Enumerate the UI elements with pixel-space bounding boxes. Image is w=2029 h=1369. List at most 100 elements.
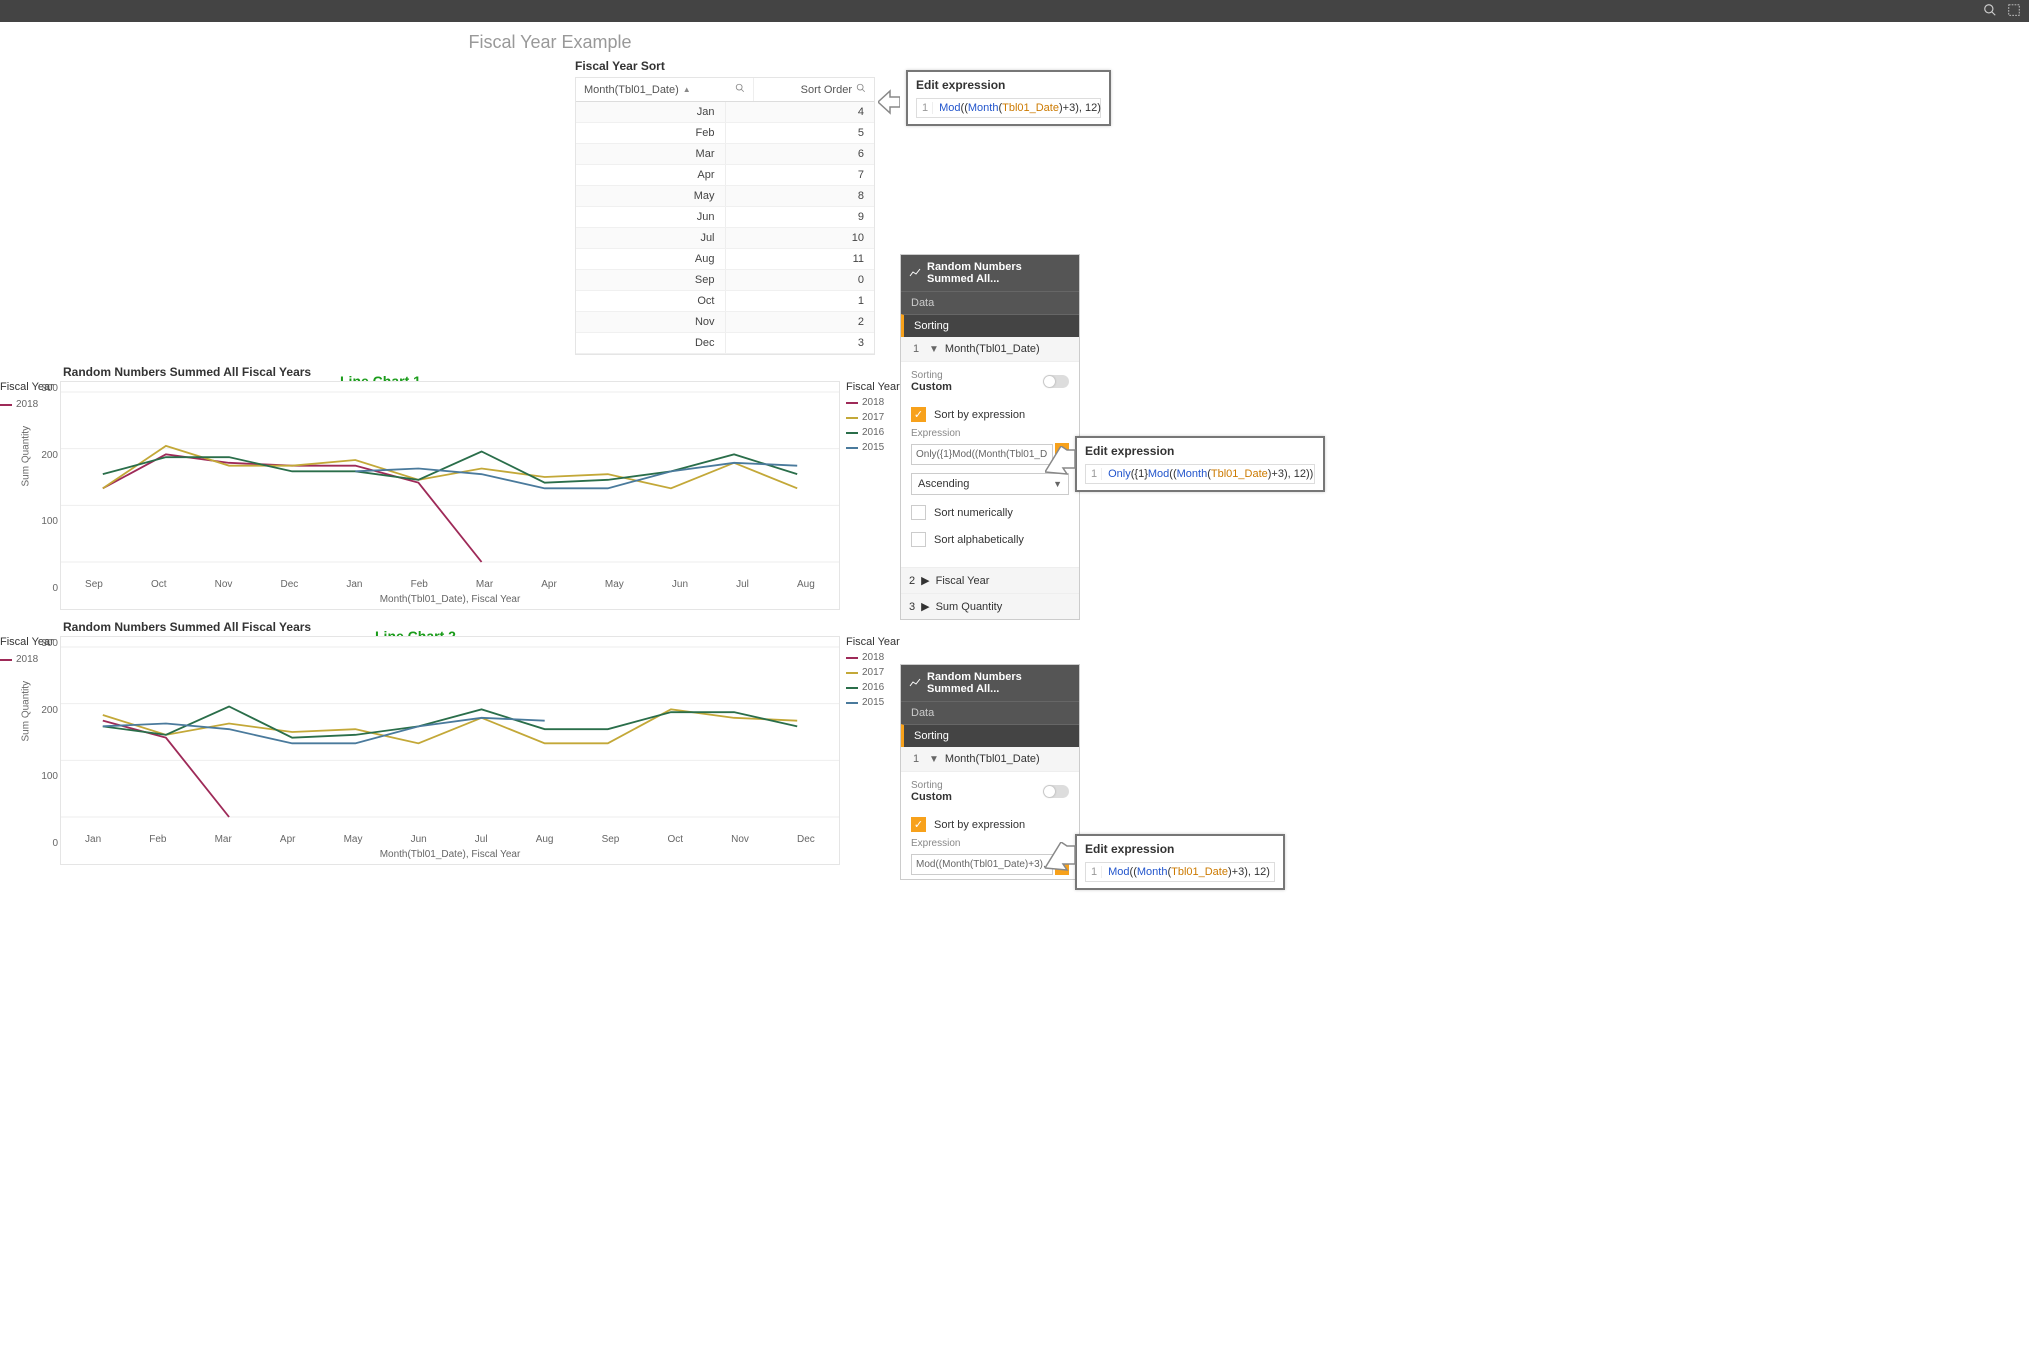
y-tick: 200 [41,705,58,716]
col-month-label: Month(Tbl01_Date) [584,84,679,96]
expression-input[interactable] [911,854,1053,875]
table-row[interactable]: Apr7 [576,165,874,186]
table-col-month[interactable]: Month(Tbl01_Date) ▲ [576,78,754,101]
y-tick: 0 [52,838,58,849]
sort-numerically-checkbox[interactable] [911,505,926,520]
chevron-right-icon: ▶ [921,574,929,587]
search-icon[interactable] [735,83,745,96]
sort-cell: 5 [726,123,875,143]
table-row[interactable]: Dec3 [576,333,874,354]
dim-number: 1 [909,753,923,765]
sort-by-expression-checkbox[interactable]: ✓ [911,817,926,832]
expression-label: Expression [901,428,1079,439]
sort-alphabetically-checkbox[interactable] [911,532,926,547]
chevron-right-icon: ▶ [921,600,929,613]
line-number: 1 [1091,468,1102,480]
sort-by-expression-checkbox[interactable]: ✓ [911,407,926,422]
x-tick: Aug [536,834,554,845]
expression-code[interactable]: 1 Mod((Month(Tbl01_Date)+3), 12) [1085,862,1275,882]
expression-code[interactable]: 1 Mod((Month(Tbl01_Date)+3), 12) [916,98,1101,118]
x-tick: Jul [475,834,488,845]
x-tick: Oct [667,834,683,845]
expression-code[interactable]: 1 Only({1}Mod((Month(Tbl01_Date)+3), 12)… [1085,464,1315,484]
x-tick: Mar [476,579,493,590]
table-row[interactable]: May8 [576,186,874,207]
table-row[interactable]: Sep0 [576,270,874,291]
table-row[interactable]: Jun9 [576,207,874,228]
panel-header: Random Numbers Summed All... [901,665,1079,701]
table-title: Fiscal Year Sort [575,59,900,73]
topbar [0,0,2029,22]
dim-number: 1 [909,343,923,355]
data-tab[interactable]: Data [901,701,1079,724]
sorting-heading: Sorting [911,780,952,791]
dimension-fiscal-year[interactable]: 2 ▶ Fiscal Year [901,567,1079,593]
x-tick: Apr [280,834,296,845]
y-tick: 0 [52,583,58,594]
sorting-tab[interactable]: Sorting [901,314,1079,337]
sort-asc-icon: ▲ [683,85,691,94]
sort-cell: 4 [726,102,875,122]
custom-label: Custom [911,381,952,393]
dimension-month[interactable]: 1 ▼ Month(Tbl01_Date) [901,337,1079,362]
expression-input[interactable] [911,444,1053,465]
search-icon[interactable] [856,83,866,96]
custom-toggle[interactable] [1043,375,1069,388]
expand-icon[interactable] [2007,3,2021,20]
dimension-sum-quantity[interactable]: 3 ▶ Sum Quantity [901,593,1079,619]
x-tick: Dec [797,834,815,845]
fiscal-year-sort-table: Month(Tbl01_Date) ▲ Sort Order Jan4Feb5M… [575,77,875,355]
table-row[interactable]: Jul10 [576,228,874,249]
y-tick: 100 [41,516,58,527]
sort-cell: 8 [726,186,875,206]
sort-cell: 11 [726,249,875,269]
table-row[interactable]: Jan4 [576,102,874,123]
dim-label: Month(Tbl01_Date) [945,343,1040,355]
table-row[interactable]: Nov2 [576,312,874,333]
x-tick: Apr [541,579,557,590]
month-cell: Sep [576,270,726,290]
sorting-panel-1: Random Numbers Summed All... Data Sortin… [900,254,1080,620]
chart1-title: Random Numbers Summed All Fiscal Years [63,365,900,379]
x-tick: Nov [731,834,749,845]
line-chart-icon [909,267,921,279]
sort-cell: 9 [726,207,875,227]
sort-cell: 2 [726,312,875,332]
edit-expression-popup-3: Edit expression 1 Mod((Month(Tbl01_Date)… [1075,834,1285,890]
table-row[interactable]: Feb5 [576,123,874,144]
sort-by-expr-label: Sort by expression [934,819,1025,831]
x-tick: May [605,579,624,590]
y-tick: 300 [41,638,58,649]
legend-title: Fiscal Year [846,381,900,393]
pointer-arrow-icon [1045,842,1081,881]
month-cell: Mar [576,144,726,164]
dim-number: 3 [909,601,915,613]
x-tick: Feb [149,834,166,845]
x-tick: Sep [85,579,103,590]
dimension-month[interactable]: 1 ▼ Month(Tbl01_Date) [901,747,1079,772]
data-tab[interactable]: Data [901,291,1079,314]
chart1-legend-right: Fiscal Year 2018201720162015 [840,381,900,457]
x-tick: Aug [797,579,815,590]
panel-header: Random Numbers Summed All... [901,255,1079,291]
dropdown-value: Ascending [918,478,969,490]
panel-title: Random Numbers Summed All... [927,671,1071,695]
custom-toggle[interactable] [1043,785,1069,798]
panel-title: Random Numbers Summed All... [927,261,1071,285]
sorting-tab[interactable]: Sorting [901,724,1079,747]
table-row[interactable]: Aug11 [576,249,874,270]
pointer-arrow-icon [878,87,900,120]
chart2-legend-right: Fiscal Year 2018201720162015 [840,636,900,712]
month-cell: Nov [576,312,726,332]
table-row[interactable]: Oct1 [576,291,874,312]
legend-item: 2017 [846,667,900,678]
x-tick: Oct [151,579,167,590]
table-row[interactable]: Mar6 [576,144,874,165]
search-icon[interactable] [1983,3,1997,20]
month-cell: Jul [576,228,726,248]
chart2-plot: JanFebMarAprMayJunJulAugSepOctNovDec Mon… [60,636,840,865]
month-cell: May [576,186,726,206]
custom-label: Custom [911,791,952,803]
table-col-sort-order[interactable]: Sort Order [754,78,874,101]
chevron-down-icon: ▼ [929,344,939,355]
